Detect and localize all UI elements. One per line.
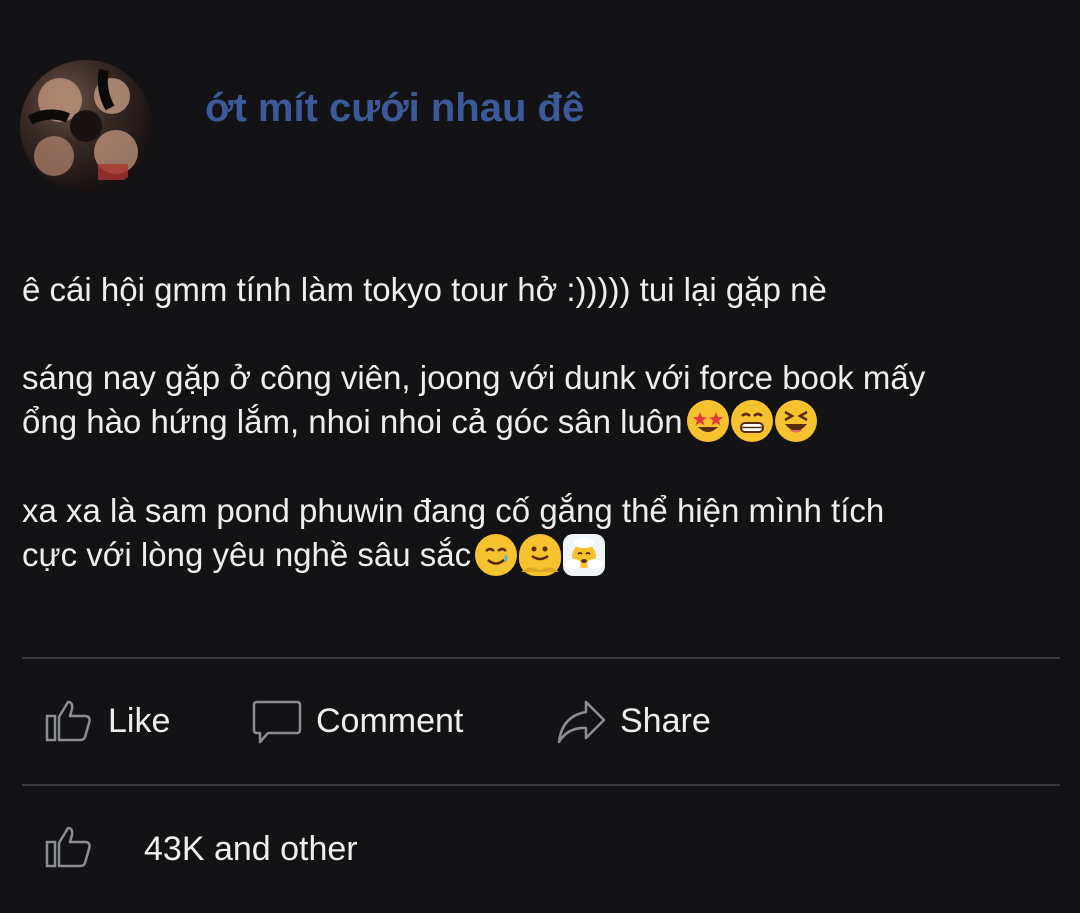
thumbs-up-icon <box>44 696 94 746</box>
share-arrow-icon <box>556 696 606 746</box>
grinning-emoji <box>730 400 773 443</box>
comment-bubble-icon <box>252 696 302 746</box>
comment-label: Comment <box>316 701 464 740</box>
post-paragraph-text: xa xa là sam pond phuwin đang cố gắng th… <box>22 492 885 574</box>
reactions-count: 43K and other <box>144 830 358 868</box>
divider <box>22 784 1060 786</box>
melting-face-emoji <box>519 533 562 576</box>
post-paragraph-1: ê cái hội gmm tính làm tokyo tour hở :))… <box>22 268 1052 312</box>
face-in-clouds-emoji <box>563 533 606 576</box>
share-label: Share <box>620 701 711 740</box>
author-name[interactable]: ớt mít cưới nhau đê <box>205 86 584 131</box>
post-body: ê cái hội gmm tính làm tokyo tour hở :))… <box>22 268 1052 579</box>
emoji-group <box>475 533 606 576</box>
divider <box>22 657 1060 659</box>
smiling-tear-emoji <box>475 533 518 576</box>
author-avatar[interactable] <box>20 60 152 192</box>
like-label: Like <box>108 701 171 740</box>
post-paragraph-text: ê cái hội gmm tính làm tokyo tour hở :))… <box>22 271 827 308</box>
post-paragraph-2: sáng nay gặp ở công viên, joong với dunk… <box>22 356 1052 445</box>
laughing-emoji <box>774 400 817 443</box>
thumbs-up-icon <box>44 822 94 877</box>
star-struck-emoji <box>686 400 729 443</box>
post-card: ớt mít cưới nhau đê ê cái hội gmm tính l… <box>0 0 1080 913</box>
share-button[interactable]: Share <box>556 695 711 747</box>
reactions-summary[interactable]: 43K and other <box>44 822 358 877</box>
emoji-group <box>686 400 817 443</box>
like-button[interactable]: Like <box>44 695 170 747</box>
post-paragraph-3: xa xa là sam pond phuwin đang cố gắng th… <box>22 489 1052 578</box>
comment-button[interactable]: Comment <box>252 695 463 747</box>
